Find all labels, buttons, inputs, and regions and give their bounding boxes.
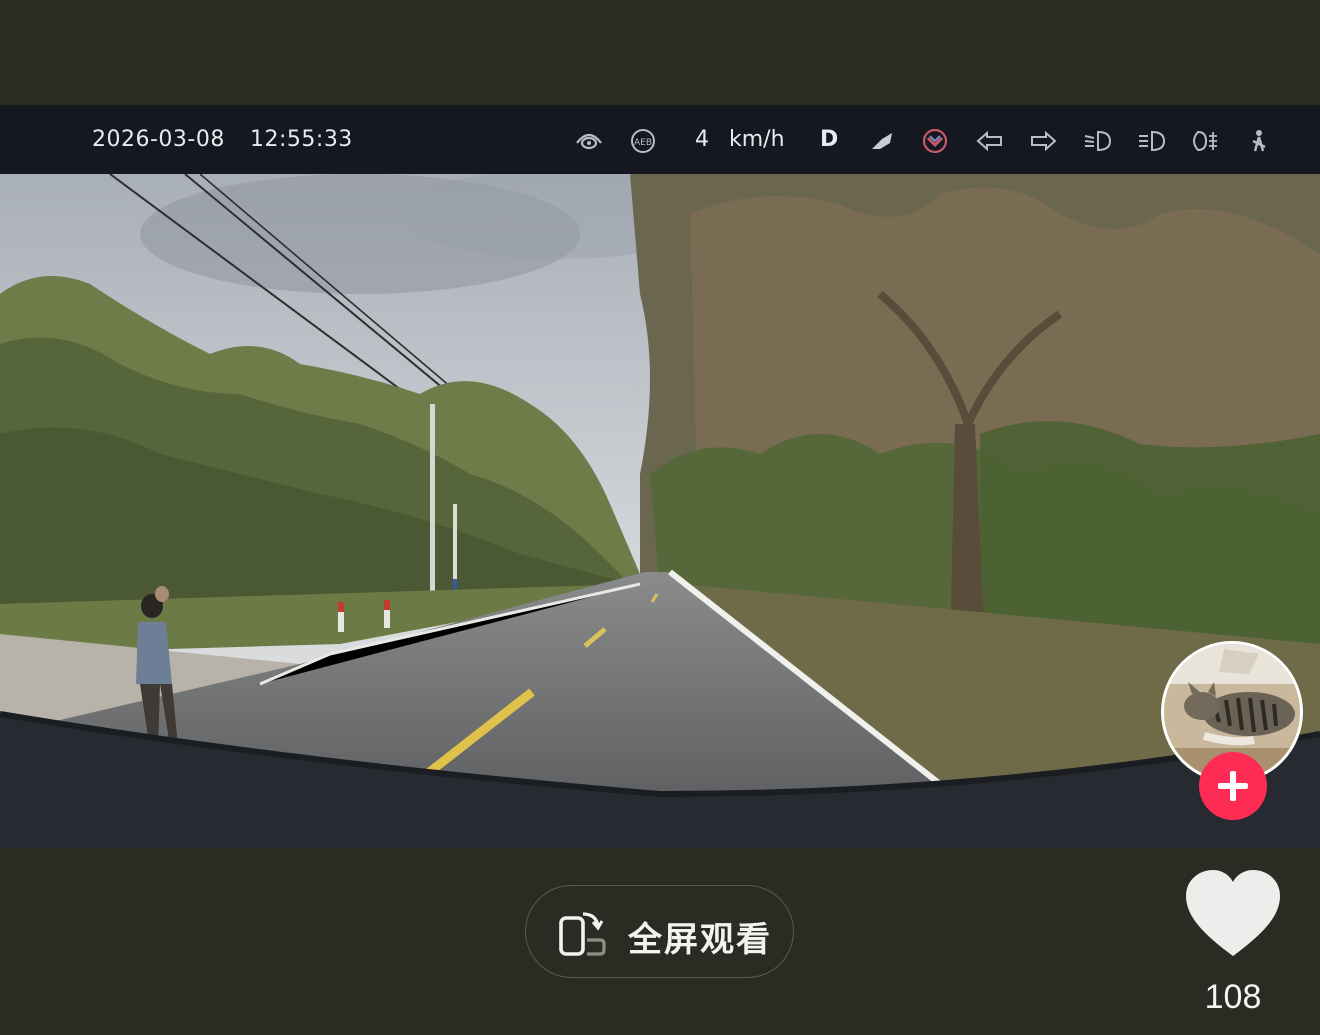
seatbelt-icon — [1252, 130, 1266, 152]
high-beam-icon — [1139, 130, 1166, 152]
left-turn-signal-icon — [976, 130, 1002, 152]
recording-time: 12:55:33 — [250, 127, 353, 152]
follow-button[interactable] — [1199, 752, 1267, 820]
recording-date: 2026-03-08 — [92, 127, 225, 152]
driver-monitor-icon — [576, 133, 602, 150]
fullscreen-label: 全屏观看 — [628, 920, 772, 960]
rotate-screen-icon — [559, 912, 606, 956]
fullscreen-watch-button[interactable]: 全屏观看 — [525, 885, 794, 978]
gear-indicator: D — [820, 127, 839, 152]
speed-unit: km/h — [729, 127, 785, 152]
video-player[interactable] — [0, 174, 1320, 848]
like-heart-icon[interactable] — [1183, 868, 1283, 960]
like-count: 108 — [1204, 978, 1262, 1016]
aeb-icon-text: AEB — [634, 138, 652, 148]
low-beam-icon — [1084, 130, 1112, 152]
fog-light-icon — [1193, 130, 1217, 152]
right-turn-signal-icon — [1031, 130, 1057, 152]
dashcam-status-bar: 2026-03-08 12:55:33 AEB 4 km/h D — [0, 105, 1320, 174]
dashcam-scene — [0, 174, 1320, 848]
aeb-icon: AEB — [631, 129, 655, 153]
speed-value: 4 — [695, 127, 709, 152]
video-page: 2026-03-08 12:55:33 AEB 4 km/h D 全屏观看 10… — [0, 0, 1320, 1035]
safety-shield-icon — [922, 129, 948, 153]
lane-assist-icon — [872, 133, 892, 149]
